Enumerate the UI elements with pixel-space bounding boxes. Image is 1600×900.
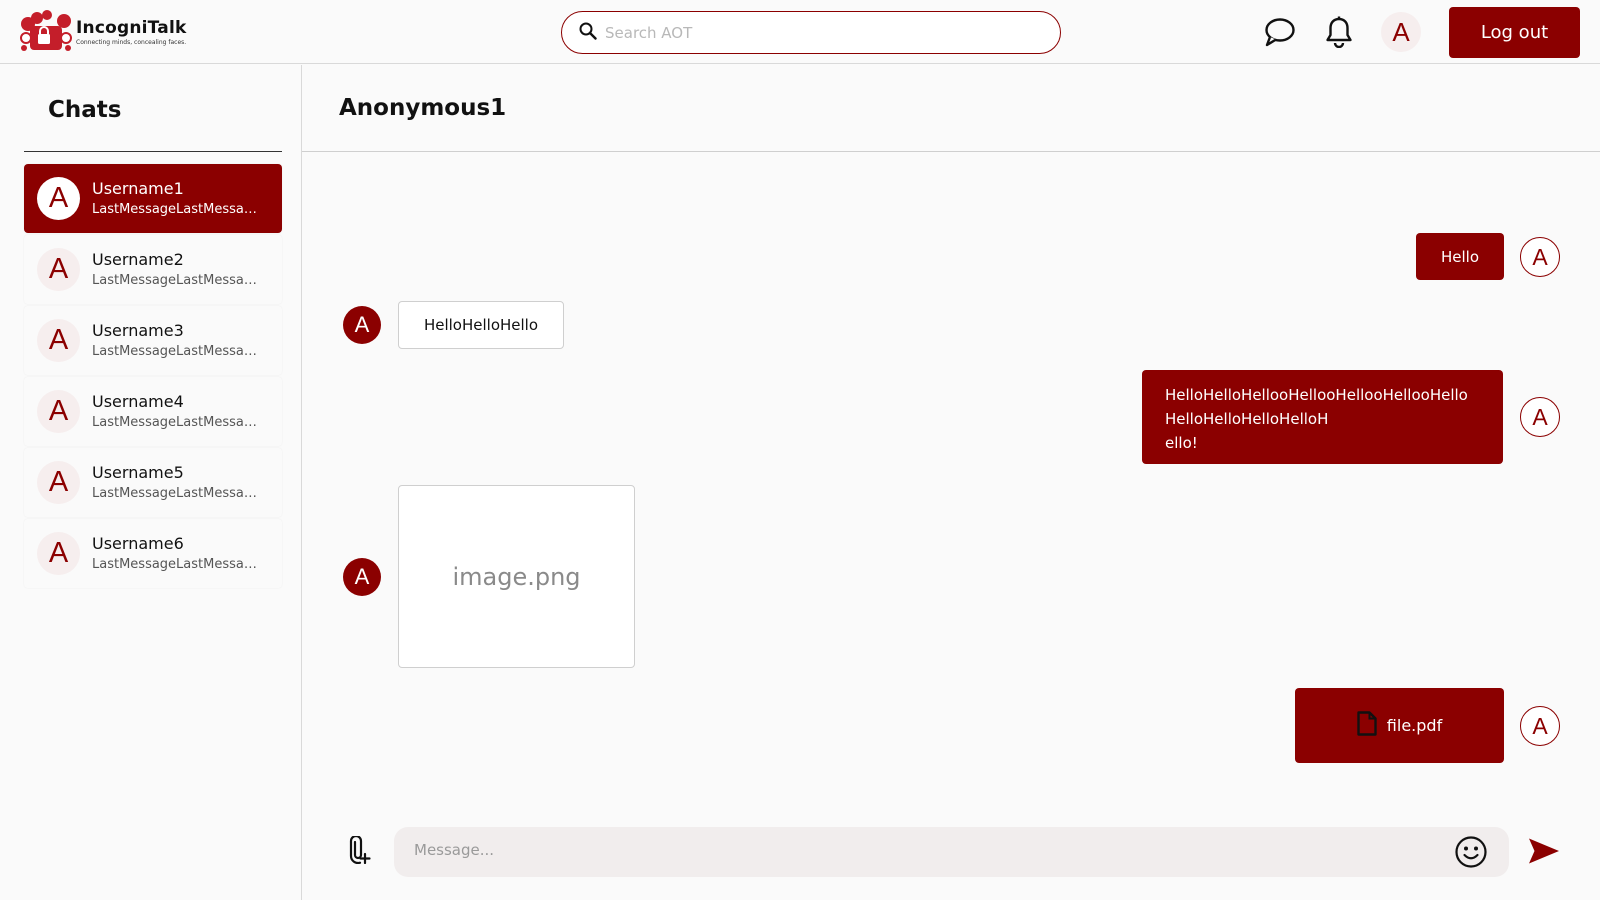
message-text: HelloHelloHello (423, 316, 539, 334)
logout-button[interactable]: Log out (1449, 7, 1580, 58)
recipient-avatar[interactable]: A (343, 558, 381, 596)
incoming-message-bubble[interactable]: HelloHelloHello (398, 301, 564, 349)
app-name: IncogniTalk (76, 18, 187, 38)
message-input[interactable] (414, 841, 1414, 859)
emoji-icon[interactable] (1454, 835, 1488, 869)
search-input[interactable] (605, 23, 1025, 42)
sidebar-title: Chats (48, 97, 122, 123)
chat-list-item[interactable]: A Username1 LastMessageLastMessage (24, 164, 282, 233)
chat-list-item[interactable]: A Username4 LastMessageLastMessage (24, 377, 282, 446)
chat-username: Username2 (92, 250, 184, 269)
search-icon (579, 22, 597, 44)
sender-avatar[interactable]: A (1520, 397, 1560, 437)
search-bar[interactable] (561, 11, 1061, 54)
sender-avatar[interactable]: A (1520, 706, 1560, 746)
app-logo[interactable]: IncogniTalk Connecting minds, concealing… (18, 10, 218, 54)
chat-list: A Username1 LastMessageLastMessage A Use… (24, 164, 282, 590)
chat-username: Username5 (92, 463, 184, 482)
sender-avatar[interactable]: A (1520, 237, 1560, 277)
chat-avatar: A (37, 248, 80, 291)
logo-mark-icon (18, 10, 74, 54)
file-name: file.pdf (1386, 716, 1443, 735)
file-attachment[interactable]: file.pdf (1295, 688, 1504, 763)
attach-icon[interactable] (346, 836, 372, 864)
chat-username: Username3 (92, 321, 184, 340)
chat-icon[interactable] (1262, 14, 1298, 50)
chat-list-item[interactable]: A Username6 LastMessageLastMessage (24, 519, 282, 588)
conversation-divider (302, 151, 1600, 152)
chat-list-item[interactable]: A Username5 LastMessageLastMessage (24, 448, 282, 517)
chat-list-item[interactable]: A Username2 LastMessageLastMessage (24, 235, 282, 304)
outgoing-message-bubble[interactable]: Hello (1416, 233, 1504, 280)
bell-icon[interactable] (1321, 14, 1357, 50)
chat-avatar: A (37, 461, 80, 504)
chat-sidebar: Chats A Username1 LastMessageLastMessage… (0, 65, 302, 900)
file-icon (1357, 711, 1377, 740)
app-tagline: Connecting minds, concealing faces. (76, 39, 187, 46)
chat-last-message: LastMessageLastMessage (92, 344, 260, 359)
chat-last-message: LastMessageLastMessage (92, 557, 260, 572)
message-composer (394, 827, 1509, 877)
chat-last-message: LastMessageLastMessage (92, 486, 260, 501)
chat-last-message: LastMessageLastMessage (92, 415, 260, 430)
sidebar-divider (24, 151, 282, 152)
chat-last-message: LastMessageLastMessage (92, 202, 260, 217)
chat-avatar: A (37, 532, 80, 575)
chat-username: Username1 (92, 179, 184, 198)
chat-avatar: A (37, 390, 80, 433)
outgoing-message-bubble[interactable]: HelloHelloHellooHellooHellooHellooHello … (1142, 370, 1503, 464)
chat-last-message: LastMessageLastMessage (92, 273, 260, 288)
image-attachment[interactable]: image.png (398, 485, 635, 668)
message-text: Hello (1440, 247, 1480, 266)
chat-username: Username4 (92, 392, 184, 411)
chat-list-item[interactable]: A Username3 LastMessageLastMessage (24, 306, 282, 375)
user-avatar[interactable]: A (1381, 12, 1421, 52)
chat-avatar: A (37, 319, 80, 362)
chat-username: Username6 (92, 534, 184, 553)
send-icon[interactable] (1527, 834, 1561, 868)
recipient-avatar[interactable]: A (343, 306, 381, 344)
image-filename: image.png (452, 562, 581, 591)
top-header: IncogniTalk Connecting minds, concealing… (0, 0, 1600, 64)
chat-avatar: A (37, 177, 80, 220)
conversation-title: Anonymous1 (339, 95, 507, 121)
